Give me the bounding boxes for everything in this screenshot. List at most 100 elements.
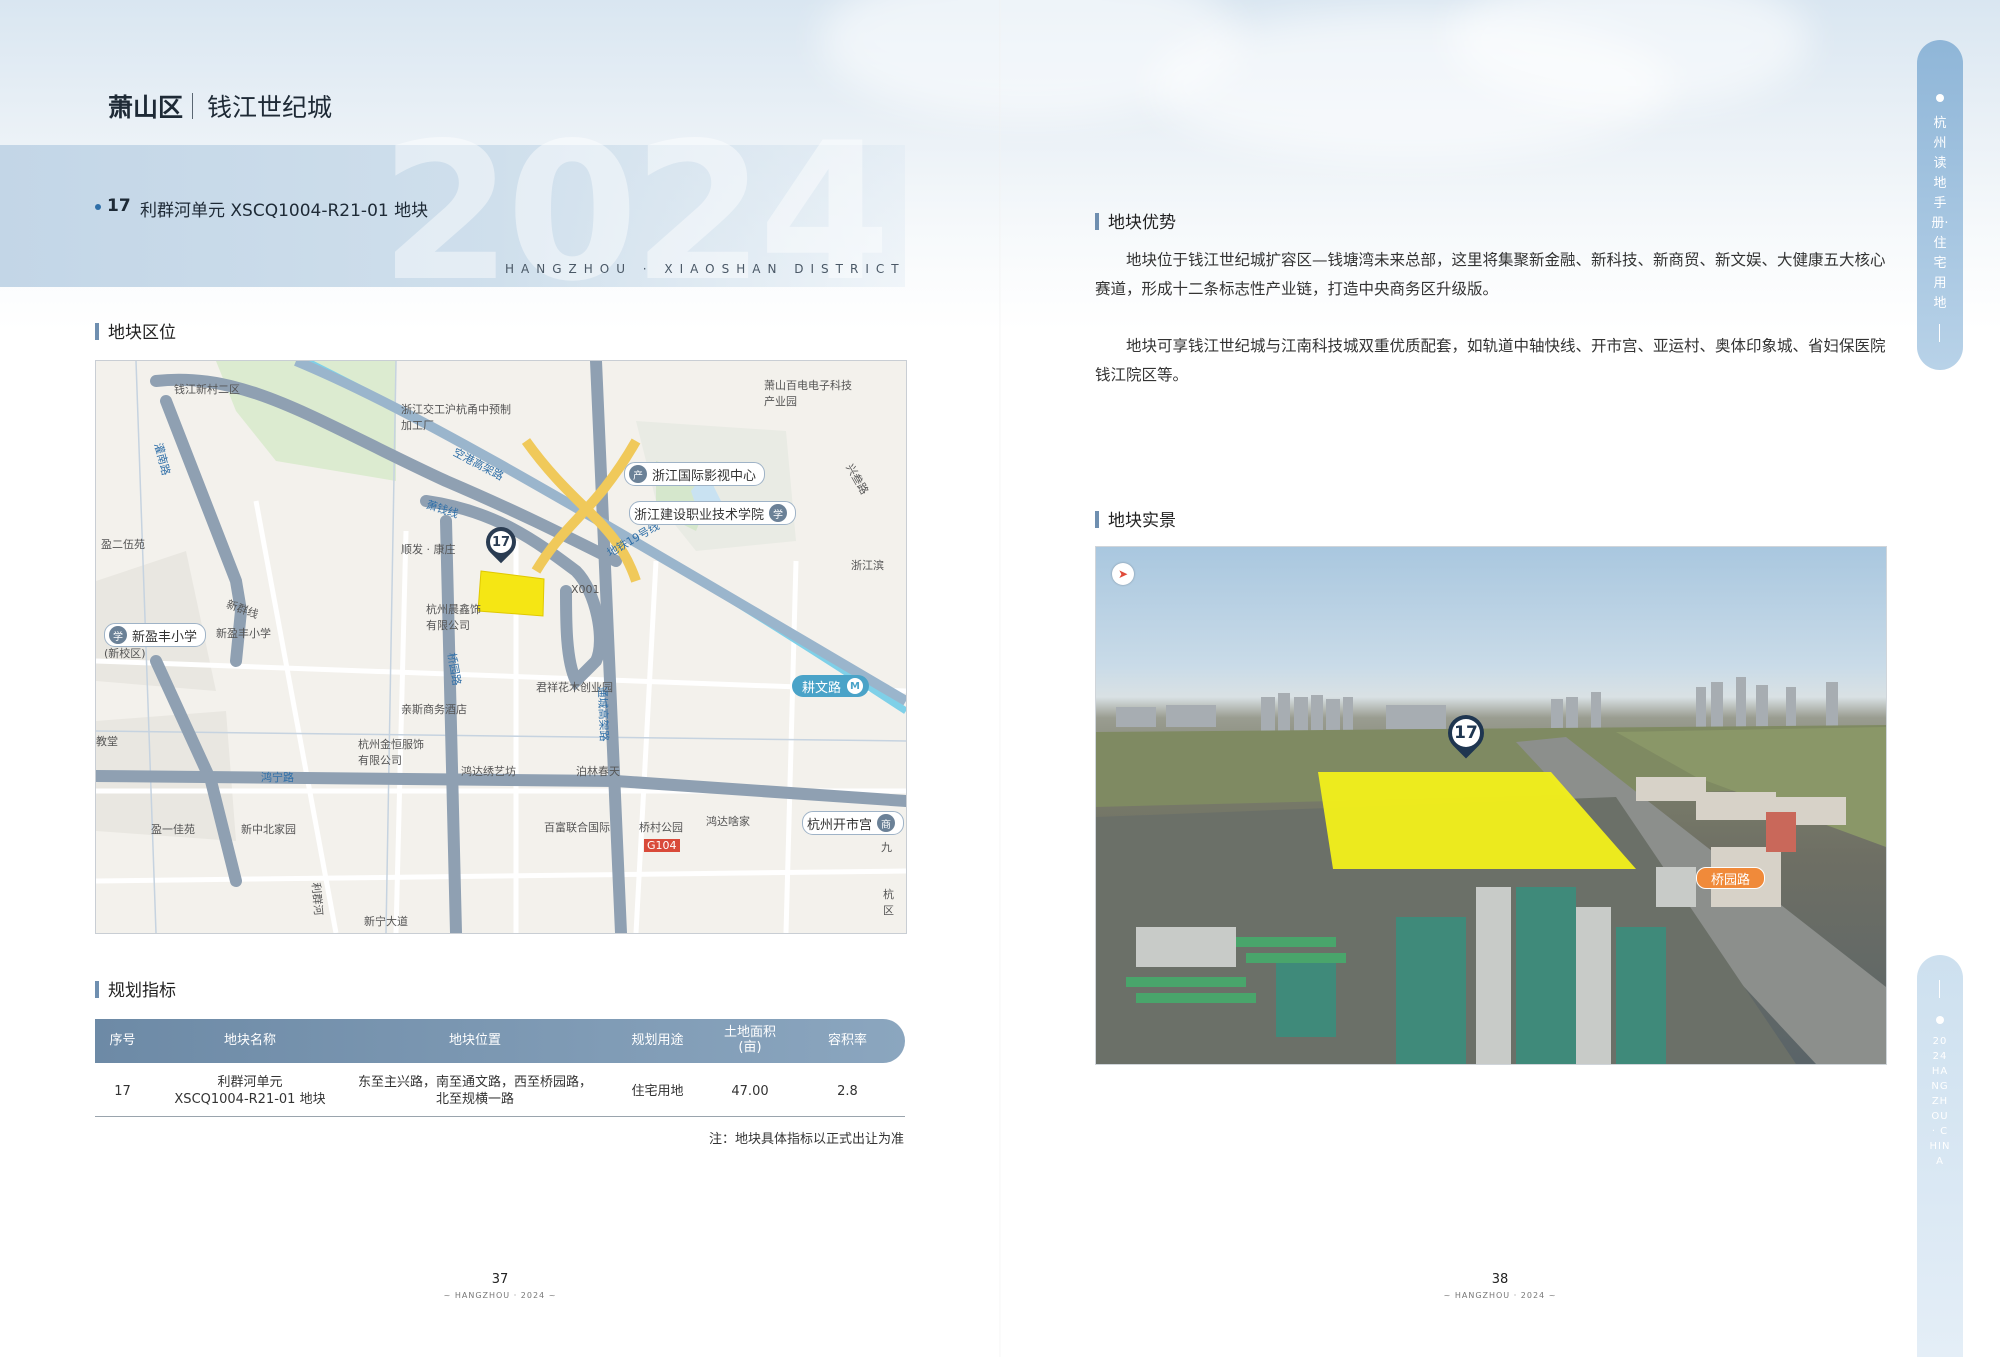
map-label: 鸿达啥家: [706, 815, 750, 828]
location-map[interactable]: 17 钱江新村二区 萧山百电电子科技产业园 浙江交工沪杭甬中预制加工厂 空港高架…: [95, 360, 907, 934]
photo-marker-number: 17: [1452, 719, 1480, 747]
map-label: 盈一佳苑: [151, 823, 195, 836]
map-label: 利群河: [309, 882, 325, 917]
road-tag-qiaoyuan: 桥园路: [1696, 867, 1766, 889]
page-footer-right: ~ HANGZHOU · 2024 ~: [1443, 1291, 1557, 1300]
heading-bar: [1095, 213, 1099, 230]
poi-college[interactable]: 浙江建设职业技术学院学: [629, 501, 797, 525]
table-header-cell: 规划用途: [631, 1032, 684, 1048]
map-road-label: 鸿宁路: [261, 771, 294, 784]
map-canvas: [96, 361, 906, 933]
heading-text: 地块区位: [108, 323, 176, 343]
page-footer-left: ~ HANGZHOU · 2024 ~: [443, 1291, 557, 1300]
district-english: HANGZHOU · XIAOSHAN DISTRICT: [505, 262, 906, 276]
side-tab-label: 杭州读地手册·住宅用地: [1931, 116, 1949, 311]
heading-text: 地块实景: [1108, 511, 1176, 531]
table-note: 注：地块具体指标以正式出让为准: [708, 1132, 904, 1147]
poi-metro-station[interactable]: 耕文路 M: [792, 675, 870, 697]
poi-label: 耕文路: [802, 680, 842, 696]
map-label: 新宁大道: [364, 915, 408, 928]
map-label: 萧山百电电子科技产业园: [764, 379, 852, 408]
area-title: 钱江世纪城: [207, 93, 333, 122]
side-line: [1939, 324, 1940, 342]
side-tab-label-2: 2024 HANGZHOU · CHINA: [1929, 1036, 1951, 1167]
map-label: 杭州金恒服饰有限公司: [358, 738, 424, 767]
side-dot: [1936, 94, 1944, 102]
map-label: 百富联合国际: [544, 821, 610, 834]
table-header-cell: 序号: [109, 1032, 136, 1048]
side-dot: [1936, 1016, 1944, 1024]
bullet-dot: [95, 204, 101, 210]
page-number-left: 37: [491, 1272, 509, 1287]
heading-text: 规划指标: [108, 981, 176, 1001]
heading-text: 地块优势: [1108, 213, 1176, 233]
poi-label: 浙江建设职业技术学院: [634, 507, 765, 523]
map-label: 钱江新村二区: [174, 383, 240, 396]
heading-bar: [1095, 511, 1099, 528]
map-label: 九: [881, 841, 892, 854]
park-area: [216, 361, 396, 481]
map-label: 教堂: [96, 735, 118, 748]
table-header-cell: 土地面积 (亩): [723, 1025, 776, 1055]
map-label: 浙江滨: [851, 559, 884, 572]
map-label: 杭区: [883, 888, 894, 917]
map-label: 新盈丰小学: [216, 627, 271, 640]
plot-highlight: [477, 570, 545, 617]
map-label: X001: [571, 583, 600, 596]
table-divider: [95, 1116, 905, 1117]
table-cell: 17: [114, 1083, 131, 1099]
table-cell: 东至主兴路，南至通文路，西至桥园路， 北至规横一路: [357, 1075, 592, 1107]
heading-bar: [95, 981, 99, 998]
map-label: 新中北家园: [241, 823, 296, 836]
table-header-cell: 容积率: [827, 1032, 867, 1048]
shop-icon: 商: [877, 814, 896, 832]
map-highway-badge: G104: [644, 839, 680, 852]
advantage-paragraph-1: 地块位于钱江世纪城扩容区—钱塘湾未来总部，这里将集聚新金融、新科技、新商贸、新文…: [1095, 251, 1886, 298]
section-location-heading: 地块区位: [95, 318, 176, 343]
page-number-right: 38: [1491, 1272, 1509, 1287]
aerial-photo-canvas: [1096, 677, 1886, 1064]
map-label: (新校区): [104, 647, 146, 660]
table-cell: 47.00: [731, 1083, 769, 1099]
poi-label: 浙江国际影视中心: [652, 468, 757, 484]
map-label: 桥村公园: [639, 821, 683, 834]
table-header-cell: 地块名称: [223, 1032, 276, 1048]
year-watermark: 2024: [380, 102, 891, 323]
table-header-cell: 地块位置: [448, 1032, 501, 1048]
map-label: 鸿达绣艺坊: [461, 765, 516, 778]
section-photo-heading: 地块实景: [1095, 506, 1176, 531]
table-cell: 2.8: [837, 1083, 858, 1099]
map-marker-number: 17: [490, 531, 512, 553]
advantage-paragraph-2: 地块可享钱江世纪城与江南科技城双重优质配套，如轨道中轴快线、开市宫、亚运村、奥体…: [1095, 337, 1886, 384]
map-label: 杭州晨鑫饰有限公司: [426, 603, 481, 632]
page-gutter: [999, 0, 1001, 1357]
plot-name: 利群河单元 XSCQ1004-R21-01 地块: [140, 201, 429, 221]
table-cell: 利群河单元 XSCQ1004-R21-01 地块: [174, 1075, 326, 1107]
brochure-spread: 2024 萧山区 钱江世纪城 17 利群河单元 XSCQ1004-R21-01 …: [0, 0, 2000, 1357]
compass-icon[interactable]: ➤: [1112, 563, 1134, 585]
aerial-photo[interactable]: ➤ 17 桥园路: [1095, 546, 1887, 1065]
section-advantage-heading: 地块优势: [1095, 208, 1176, 233]
map-road-label: 通城高架路: [595, 686, 611, 742]
school-icon: 学: [769, 504, 788, 522]
poi-kaishigong[interactable]: 杭州开市宫商: [802, 811, 905, 835]
table-cell: 住宅用地: [631, 1083, 684, 1099]
map-label: 顺发 · 康庄: [401, 543, 456, 556]
map-label: 盈二伍苑: [101, 538, 145, 551]
map-label: 泊林春天: [576, 765, 620, 778]
plot-number: 17: [107, 196, 131, 216]
poi-school[interactable]: 学新盈丰小学: [104, 623, 207, 647]
district-title: 萧山区: [108, 93, 184, 122]
red-building: [1766, 812, 1796, 852]
poi-label: 杭州开市宫: [807, 817, 873, 833]
school-icon: 学: [109, 626, 127, 644]
map-label: 浙江交工沪杭甬中预制加工厂: [401, 403, 511, 432]
section-indicators-heading: 规划指标: [95, 976, 176, 1001]
title-separator: [192, 93, 193, 119]
poi-label: 新盈丰小学: [132, 629, 198, 645]
map-label: 亲斯商务酒店: [401, 703, 467, 716]
heading-bar: [95, 323, 99, 340]
side-line: [1939, 980, 1940, 998]
metro-icon: M: [847, 678, 864, 694]
poi-film-center[interactable]: 产浙江国际影视中心: [624, 462, 766, 486]
